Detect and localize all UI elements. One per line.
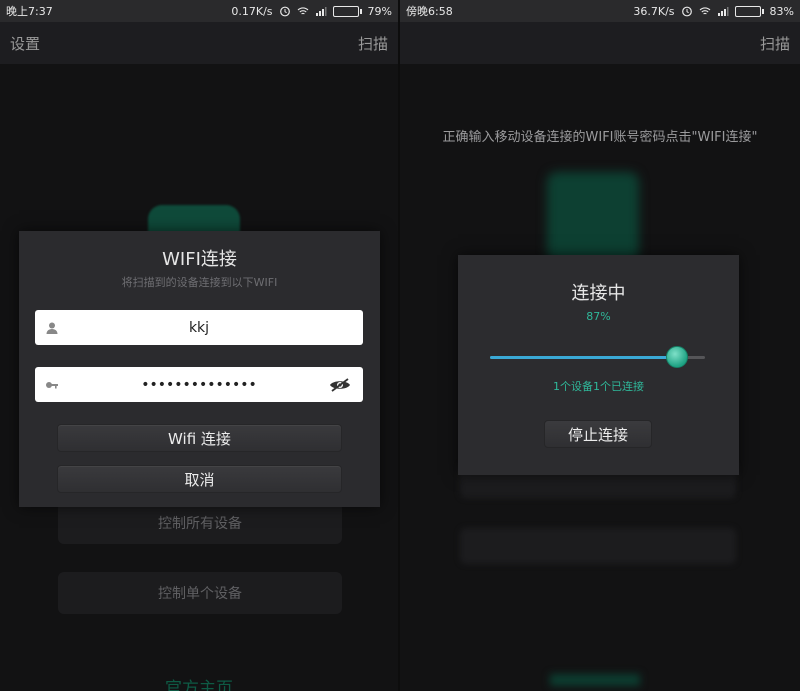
battery-icon <box>332 5 362 17</box>
scan-button[interactable]: 扫描 <box>358 33 388 54</box>
network-speed: 0.17K/s <box>231 4 273 18</box>
status-bar: 傍晚6:58 36.7K/s 83% <box>400 0 800 22</box>
homepage-link: 官方主页 <box>165 679 233 691</box>
battery-percent: 83% <box>769 4 794 18</box>
dialog-subtitle: 将扫描到的设备连接到以下WIFI <box>121 276 278 289</box>
battery-icon <box>734 5 764 17</box>
battery-percent: 79% <box>367 4 392 18</box>
homepage-link <box>550 674 640 686</box>
ssid-value: kkj <box>188 319 210 336</box>
wifi-icon <box>297 7 308 15</box>
dialog-title: WIFI连接 <box>162 249 237 270</box>
ssid-field[interactable]: kkj <box>35 310 363 345</box>
network-speed: 36.7K/s <box>633 4 675 18</box>
app-logo <box>547 172 639 262</box>
alarm-icon <box>681 6 692 17</box>
password-value: •••••••••••••• <box>141 376 257 393</box>
app-bar: 设置 扫描 <box>0 22 398 64</box>
status-bar: 晚上7:37 0.17K/s 79% <box>0 0 398 22</box>
left-screen: 晚上7:37 0.17K/s 79% 设置 扫描 控制所有设备 控制单个设备 官… <box>0 0 398 691</box>
control-all-button: 控制所有设备 <box>58 502 342 544</box>
wifi-connect-button[interactable]: Wifi 连接 <box>57 424 342 452</box>
status-time: 晚上7:37 <box>6 5 53 18</box>
right-screen: 傍晚6:58 36.7K/s 83% 扫描 正确输入移动设备连接的WIFI账号密… <box>400 0 800 691</box>
background-button <box>460 528 736 564</box>
password-field[interactable]: •••••••••••••• <box>35 367 363 402</box>
alarm-icon <box>279 6 290 17</box>
wifi-icon <box>699 7 710 15</box>
status-time: 傍晚6:58 <box>406 5 453 18</box>
control-single-button: 控制单个设备 <box>58 572 342 614</box>
cancel-button[interactable]: 取消 <box>57 465 342 493</box>
instruction-text: 正确输入移动设备连接的WIFI账号密码点击"WIFI连接" <box>442 130 758 145</box>
scan-button[interactable]: 扫描 <box>760 33 790 54</box>
hide-password-icon[interactable] <box>329 377 351 392</box>
wifi-connect-dialog: WIFI连接 将扫描到的设备连接到以下WIFI kkj ••••••••••••… <box>19 231 380 507</box>
connection-status: 1个设备1个已连接 <box>553 380 644 393</box>
progress-thumb <box>666 346 689 368</box>
signal-icon <box>717 7 729 16</box>
dialog-title: 连接中 <box>571 283 626 304</box>
settings-button[interactable]: 设置 <box>10 33 40 54</box>
connecting-dialog: 连接中 87% 1个设备1个已连接 停止连接 <box>458 255 739 475</box>
stop-connect-button[interactable]: 停止连接 <box>544 420 652 448</box>
signal-icon <box>315 7 327 16</box>
app-bar: 扫描 <box>400 22 800 64</box>
progress-percent: 87% <box>586 310 611 323</box>
